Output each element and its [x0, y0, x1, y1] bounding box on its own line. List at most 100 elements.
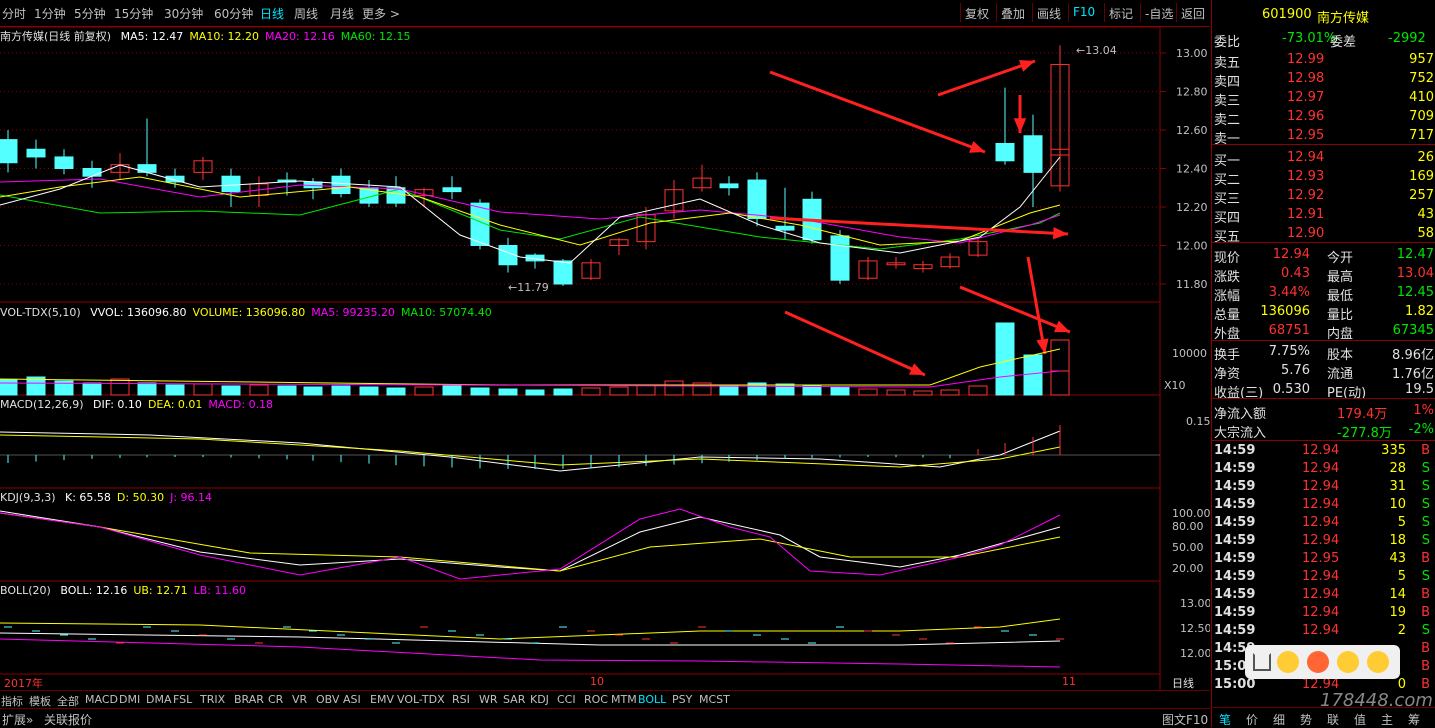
flow-pct: -2%	[1408, 422, 1434, 437]
indicator-tab[interactable]: TRIX	[200, 693, 225, 706]
period-4[interactable]: 30分钟	[164, 5, 203, 22]
bid-price: 12.90	[1287, 226, 1325, 241]
indicator-tab[interactable]: 指标	[1, 693, 23, 709]
detail-tab[interactable]: 笔	[1219, 711, 1231, 728]
indicator-tab[interactable]: EMV	[370, 693, 394, 706]
toolbar-button-1[interactable]: 叠加	[996, 3, 1029, 22]
cry-emoji-icon[interactable]	[1337, 651, 1359, 673]
flow-value: -277.8万	[1337, 426, 1392, 441]
volume-bar	[609, 386, 629, 396]
indicator-tab[interactable]: DMI	[119, 693, 140, 706]
toolbar-button-2[interactable]: 画线	[1032, 3, 1065, 22]
period-1[interactable]: 1分钟	[34, 5, 66, 22]
indicator-tab[interactable]: ASI	[343, 693, 361, 706]
toolbar-button-6[interactable]: 返回	[1176, 3, 1209, 22]
ask-price: 12.95	[1287, 128, 1325, 143]
detail-tab[interactable]: 势	[1300, 711, 1312, 728]
quote-row: 14:59 12.94 5 S	[1212, 568, 1435, 587]
indicator-tab[interactable]: KDJ	[530, 693, 549, 706]
period-0[interactable]: 分时	[2, 5, 26, 22]
indicator-tab[interactable]: BOLL	[638, 693, 666, 706]
f10-info-button[interactable]: 图文F10	[1162, 711, 1208, 728]
smile-emoji-icon[interactable]	[1277, 651, 1299, 673]
annotation-arrow	[959, 285, 1071, 334]
indicator-tab[interactable]: MTM	[611, 693, 637, 706]
indicator-tab[interactable]: CCI	[557, 693, 576, 706]
tick-price: 12.94	[1302, 623, 1340, 638]
quote-row: 14:59 12.94 18 S	[1212, 532, 1435, 551]
bid-price: 12.92	[1287, 188, 1325, 203]
kdj-panel-legend: KDJ(9,3,3) K: 65.58 D: 50.30 J: 96.14	[0, 491, 212, 504]
period-9[interactable]: 更多 >	[362, 5, 400, 22]
toolbar-button-3[interactable]: F10	[1068, 3, 1099, 22]
period-7[interactable]: 周线	[294, 5, 318, 22]
detail-tab[interactable]: 值	[1354, 711, 1366, 728]
tick-price: 12.94	[1302, 479, 1340, 494]
toolbar-button-5[interactable]: -自选	[1140, 3, 1177, 22]
volume-bar	[995, 322, 1015, 396]
detail-tab[interactable]: 筹	[1408, 711, 1420, 728]
angry-emoji-icon[interactable]	[1307, 651, 1329, 673]
indicator-tab[interactable]: 全部	[57, 693, 79, 709]
detail-tab[interactable]: 主	[1381, 711, 1393, 728]
volume-bar	[0, 379, 18, 396]
tick-volume: 19	[1389, 605, 1406, 620]
quote-row: 现价 12.94 今开 12.47	[1212, 246, 1435, 266]
detail-tab[interactable]: 细	[1273, 711, 1285, 728]
vol_panel-legend-item: VVOL: 136096.80	[90, 306, 187, 319]
period-2[interactable]: 5分钟	[74, 5, 106, 22]
indicator-tab[interactable]: MACD	[85, 693, 118, 706]
tick-side: B	[1421, 443, 1430, 458]
indicator-tab[interactable]: CR	[268, 693, 283, 706]
quote-row: 买一 12.94 26	[1212, 149, 1435, 169]
indicator-tab[interactable]: RSI	[452, 693, 470, 706]
volume-bar	[1050, 370, 1070, 396]
date-month-10: 10	[590, 675, 604, 688]
stat-label: 现价	[1214, 251, 1241, 266]
indicator-tab[interactable]: OBV	[316, 693, 339, 706]
tick-volume: 2	[1397, 623, 1406, 638]
indicator-tab[interactable]: MCST	[699, 693, 730, 706]
tongue-emoji-icon[interactable]	[1367, 651, 1389, 673]
indicator-tab[interactable]: BRAR	[234, 693, 264, 706]
date-year-label: 2017年	[4, 677, 43, 690]
vol-unit: X10	[1164, 379, 1186, 392]
indicator-tab[interactable]: PSY	[672, 693, 692, 706]
period-3[interactable]: 15分钟	[114, 5, 153, 22]
home-icon[interactable]	[1253, 653, 1271, 671]
toolbar-button-4[interactable]: 标记	[1104, 3, 1137, 22]
indicator-tab[interactable]: 模板	[29, 693, 51, 709]
bid-label: 买三	[1214, 192, 1241, 207]
macd-panel-legend: MACD(12,26,9) DIF: 0.10 DEA: 0.01 MACD: 0.…	[0, 398, 273, 411]
tick-time: 15:00	[1214, 677, 1256, 692]
quote-divider	[1212, 340, 1435, 341]
toolbar-button-0[interactable]: 复权	[960, 3, 993, 22]
indicator-tab[interactable]: FSL	[173, 693, 192, 706]
indicator-tab[interactable]: VR	[292, 693, 307, 706]
expand-button[interactable]: 扩展»	[2, 711, 33, 728]
period-6[interactable]: 日线	[260, 5, 284, 22]
stat-value: 19.5	[1405, 382, 1434, 397]
candle-body	[26, 148, 46, 158]
indicator-tab[interactable]: WR	[479, 693, 498, 706]
annotation-arrow	[784, 310, 926, 377]
weibi-label: 委比	[1214, 35, 1241, 50]
quote-divider	[1212, 398, 1435, 399]
tick-time: 14:59	[1214, 623, 1256, 638]
related-quote-button[interactable]: 关联报价	[44, 711, 92, 728]
indicator-tab[interactable]: SAR	[503, 693, 525, 706]
stat-value: 1.82	[1405, 304, 1434, 319]
candle-body	[719, 183, 739, 189]
tick-volume: 31	[1389, 479, 1406, 494]
tick-volume: 5	[1397, 515, 1406, 530]
boll_panel-legend-item: LB: 11.60	[193, 584, 246, 597]
indicator-tab[interactable]: DMA	[146, 693, 172, 706]
indicator-tab[interactable]: ROC	[584, 693, 608, 706]
indicator-tab[interactable]: VOL-TDX	[397, 693, 445, 706]
period-5[interactable]: 60分钟	[214, 5, 253, 22]
detail-tab[interactable]: 联	[1327, 711, 1339, 728]
candle-body	[221, 175, 241, 193]
stat-label: 总量	[1214, 308, 1241, 323]
detail-tab[interactable]: 价	[1246, 711, 1258, 728]
period-8[interactable]: 月线	[330, 5, 354, 22]
